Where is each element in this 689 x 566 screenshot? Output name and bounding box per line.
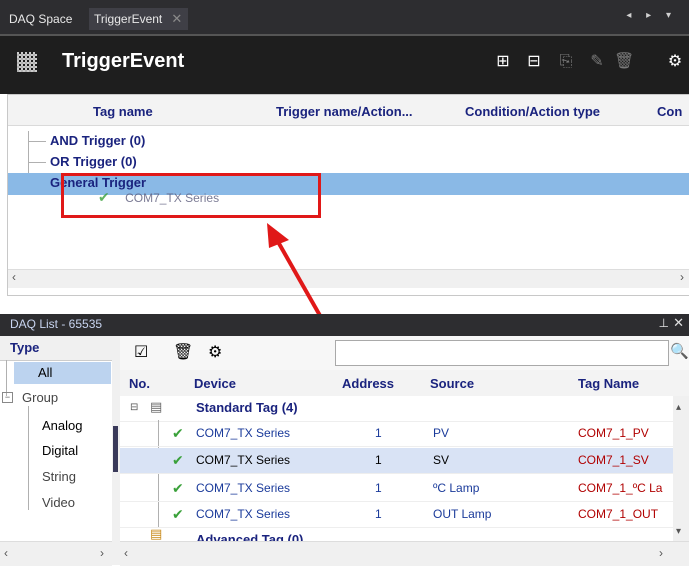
tag-list-panel: ☑ 🗑 ⚙ 🔍 No. Device Address Source Tag Na…	[120, 336, 689, 566]
type-item-all[interactable]: All	[14, 362, 111, 384]
source-cell: SV	[433, 453, 450, 467]
column-tag-name[interactable]: Tag name	[93, 104, 153, 119]
address-cell: 1	[375, 507, 382, 521]
tag-name-cell: COM7_1_OUT	[578, 507, 659, 521]
type-item-string[interactable]: String	[42, 469, 76, 484]
trigger-event-icon	[17, 52, 37, 72]
source-cell: ºC Lamp	[433, 481, 480, 495]
check-icon: ✔	[172, 480, 184, 496]
tag-name-cell: COM7_1_PV	[578, 426, 649, 440]
collapse-all-icon[interactable]: ⊟	[525, 53, 543, 71]
address-cell: 1	[375, 481, 382, 495]
scroll-left-icon[interactable]: ‹	[124, 546, 128, 560]
search-icon[interactable]: 🔍	[670, 342, 689, 360]
group-row-advanced-tag[interactable]: ▤ Advanced Tag (0)	[120, 528, 673, 541]
scroll-right-icon[interactable]: ›	[659, 546, 663, 560]
tab-daq-space[interactable]: DAQ Space	[4, 8, 77, 30]
source-cell: OUT Lamp	[433, 507, 492, 521]
edit-icon[interactable]: ✎	[588, 53, 606, 71]
tab-navigation-icon[interactable]: ◂ ▸ ▾	[626, 10, 677, 21]
scroll-right-icon[interactable]: ›	[100, 546, 104, 560]
drop-target-highlight	[61, 173, 321, 218]
delete-icon[interactable]: 🗑	[614, 53, 634, 71]
scroll-left-icon[interactable]: ‹	[4, 546, 8, 560]
tree-line	[28, 406, 29, 510]
trigger-grid-header: Tag name Trigger name/Action... Conditio…	[8, 95, 689, 126]
document-tab-strip: DAQ Space TriggerEvent ✕ ◂ ▸ ▾	[0, 0, 689, 34]
horizontal-scrollbar[interactable]: ‹ ›	[120, 541, 689, 566]
trigger-row-label: AND Trigger (0)	[50, 133, 146, 148]
type-header-label: Type	[10, 340, 40, 355]
tag-list-header: No. Device Address Source Tag Name	[120, 370, 689, 397]
collapse-group-icon[interactable]: −	[2, 392, 13, 403]
source-cell: PV	[433, 426, 450, 440]
daq-list-titlebar: DAQ List - 65535 ⊥ ✕	[0, 314, 689, 336]
column-address[interactable]: Address	[342, 376, 394, 391]
column-con[interactable]: Con	[657, 104, 682, 119]
column-no[interactable]: No.	[129, 376, 150, 391]
collapse-group-icon[interactable]: ⊟	[130, 402, 138, 413]
check-icon: ✔	[172, 425, 184, 441]
select-all-icon[interactable]: ☑	[134, 342, 148, 362]
trigger-row-label: OR Trigger (0)	[50, 154, 137, 169]
device-cell: COM7_TX Series	[196, 507, 291, 521]
scroll-down-icon[interactable]: ▾	[676, 526, 681, 537]
tag-name-cell: COM7_1_SV	[578, 453, 649, 467]
splitter-grip[interactable]	[113, 426, 118, 472]
group-row-standard-tag[interactable]: ⊟ ▤ Standard Tag (4)	[120, 396, 673, 422]
device-cell: COM7_TX Series	[196, 481, 291, 495]
scroll-up-icon[interactable]: ▴	[676, 402, 681, 413]
scroll-right-icon[interactable]: ›	[680, 270, 684, 284]
check-icon: ✔	[172, 452, 184, 468]
tag-list-toolbar: ☑ 🗑 ⚙ 🔍	[120, 336, 689, 371]
panel-splitter[interactable]	[112, 336, 120, 565]
copy-icon[interactable]: ⎘	[557, 53, 575, 71]
expand-all-icon[interactable]: ⊞	[494, 53, 512, 71]
device-cell: COM7_TX Series	[196, 426, 291, 440]
tab-trigger-event[interactable]: TriggerEvent ✕	[89, 8, 189, 30]
tag-group-icon: ▤	[150, 528, 163, 541]
panel-titlebar: TriggerEvent ⊞ ⊟ ⎘ ✎ 🗑 ⚙	[0, 34, 689, 94]
tree-line	[6, 360, 7, 396]
trigger-row-and[interactable]: AND Trigger (0)	[8, 130, 689, 152]
tag-group-icon: ▤	[150, 399, 163, 414]
address-cell: 1	[375, 426, 382, 440]
pin-icon[interactable]: ⊥	[659, 316, 669, 330]
vertical-scrollbar[interactable]: ▴ ▾	[673, 396, 689, 541]
column-tag-name[interactable]: Tag Name	[578, 376, 639, 391]
table-row[interactable]: ✔ COM7_TX Series 1 ºC Lamp COM7_1_ºC La	[120, 476, 673, 502]
column-device[interactable]: Device	[194, 376, 236, 391]
table-row[interactable]: ✔ COM7_TX Series 1 PV COM7_1_PV	[120, 421, 673, 447]
column-trigger-name[interactable]: Trigger name/Action...	[276, 104, 413, 119]
delete-tag-icon[interactable]: 🗑	[173, 342, 193, 362]
scroll-left-icon[interactable]: ‹	[12, 270, 16, 284]
type-item-video[interactable]: Video	[42, 495, 75, 510]
close-panel-icon[interactable]: ✕	[673, 315, 684, 331]
device-cell: COM7_TX Series	[196, 453, 291, 467]
trigger-row-or[interactable]: OR Trigger (0)	[8, 151, 689, 173]
column-source[interactable]: Source	[430, 376, 474, 391]
check-icon: ✔	[172, 506, 184, 522]
settings-icon[interactable]: ⚙	[666, 53, 684, 71]
type-item-label: All	[38, 365, 53, 380]
type-item-group[interactable]: Group	[22, 390, 58, 405]
address-cell: 1	[375, 453, 382, 467]
table-row-selected[interactable]: ✔ COM7_TX Series 1 SV COM7_1_SV	[120, 448, 673, 474]
daq-list-title: DAQ List - 65535	[10, 317, 103, 331]
group-label: Advanced Tag (0)	[196, 532, 304, 541]
search-input[interactable]	[335, 340, 669, 366]
table-row[interactable]: ✔ COM7_TX Series 1 OUT Lamp COM7_1_OUT	[120, 502, 673, 528]
group-label: Standard Tag (4)	[196, 400, 298, 415]
close-tab-icon[interactable]: ✕	[171, 8, 182, 30]
type-horizontal-scrollbar[interactable]: ‹ ›	[0, 541, 112, 566]
type-header: Type	[0, 336, 112, 361]
column-condition-type[interactable]: Condition/Action type	[465, 104, 600, 119]
type-tree-panel: Type All − Group Analog Digital String V…	[0, 336, 113, 566]
tag-settings-icon[interactable]: ⚙	[208, 342, 222, 362]
tag-name-cell: COM7_1_ºC La	[578, 481, 663, 495]
type-item-analog[interactable]: Analog	[42, 418, 82, 433]
page-title: TriggerEvent	[62, 50, 185, 72]
tab-trigger-event-label: TriggerEvent	[94, 12, 163, 26]
type-item-digital[interactable]: Digital	[42, 443, 78, 458]
